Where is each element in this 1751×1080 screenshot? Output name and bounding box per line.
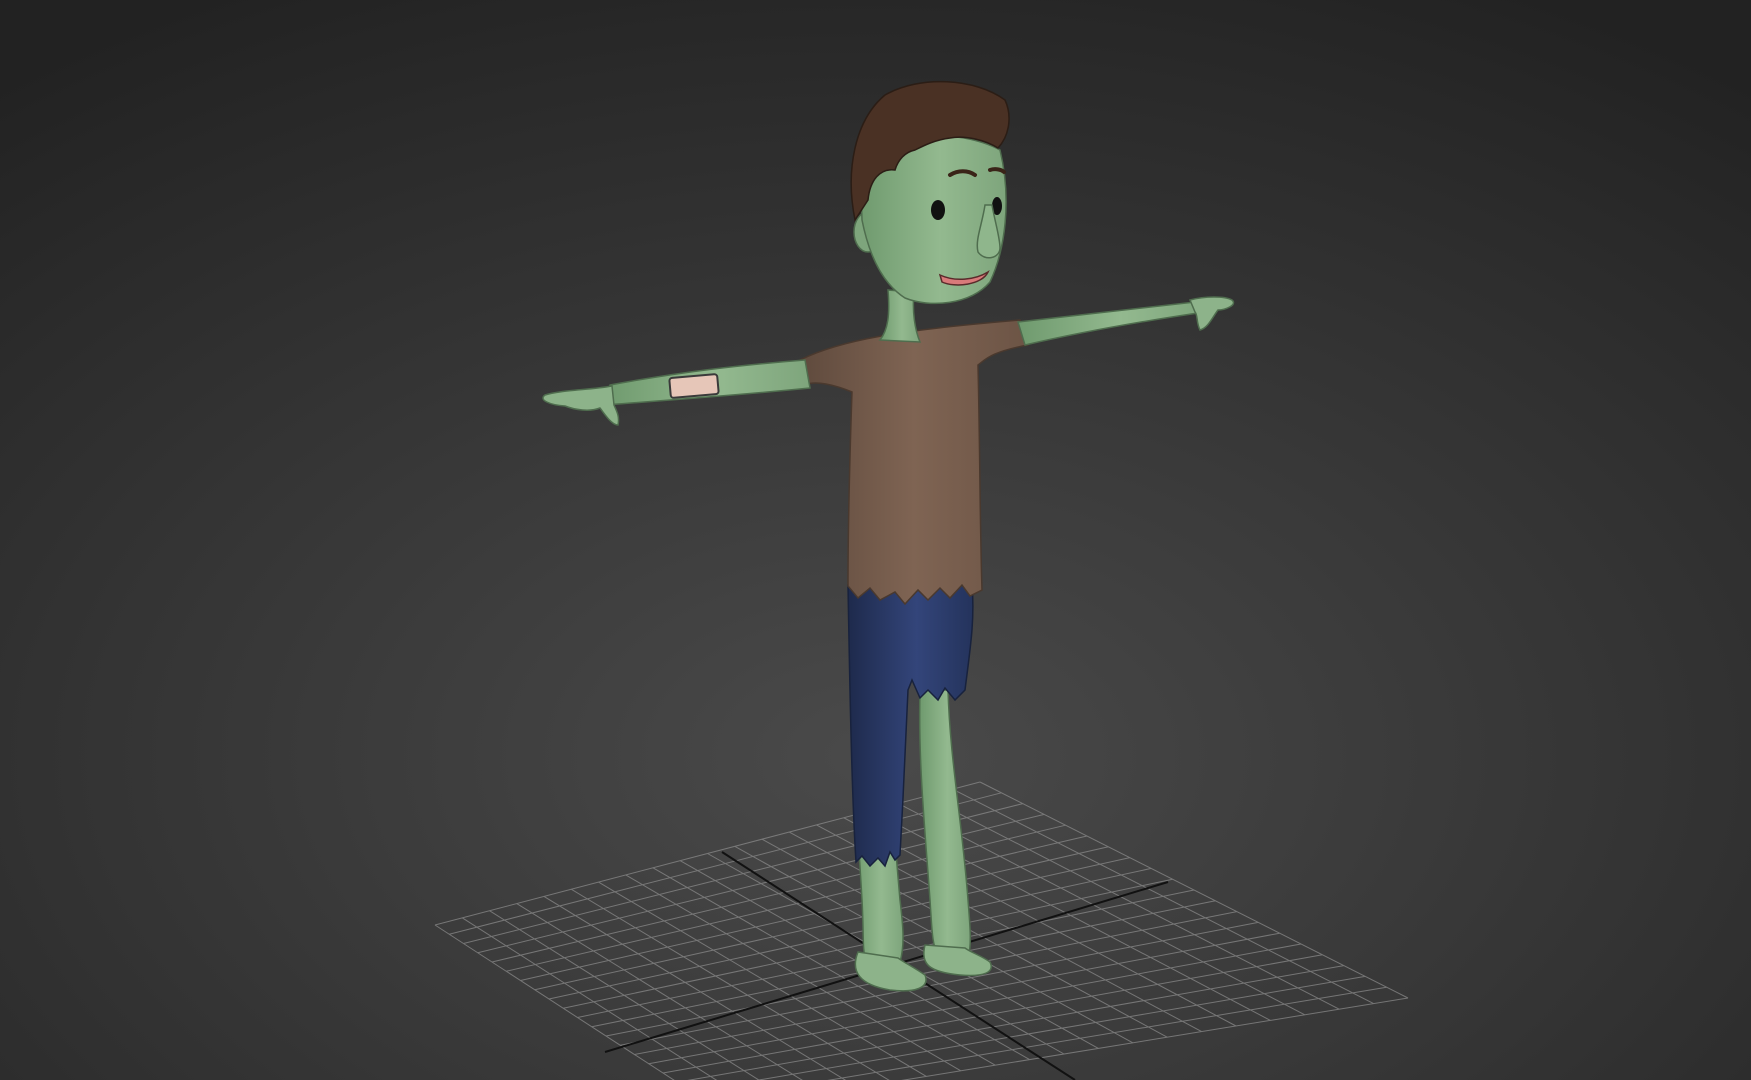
eye-left <box>931 200 945 220</box>
arm-bandage <box>668 373 720 399</box>
viewport-3d[interactable] <box>0 0 1751 1080</box>
viewport-canvas[interactable] <box>0 0 1751 1080</box>
